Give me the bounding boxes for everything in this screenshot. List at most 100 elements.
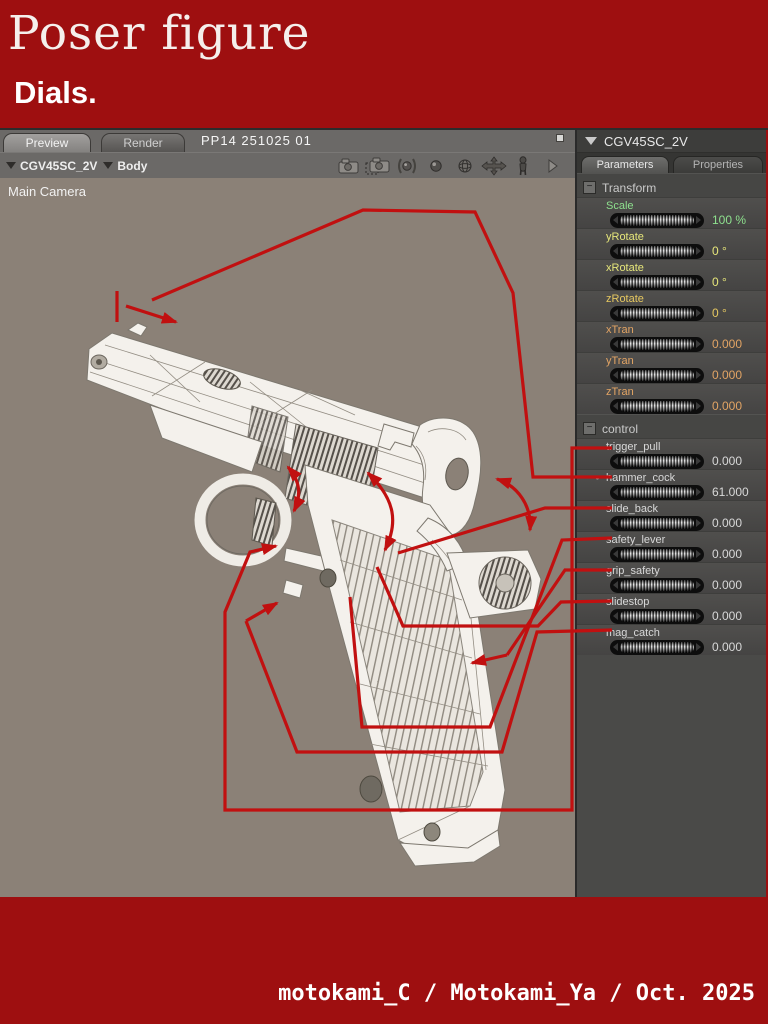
dial-value[interactable]: 0 ° — [712, 275, 727, 289]
title-banner: Poser figure Dials. — [0, 0, 768, 128]
dial-knurl[interactable] — [620, 610, 694, 622]
dial-row-hammer_cock: ● hammer_cock 61.000 — [577, 469, 766, 500]
dial-value[interactable]: 0.000 — [712, 454, 742, 468]
page-subtitle: Dials. — [14, 75, 97, 110]
dial-label: Scale — [606, 199, 634, 212]
dial-knob[interactable] — [610, 367, 704, 383]
dial-knurl[interactable] — [620, 579, 694, 591]
panel-tabbar: Parameters Properties — [577, 153, 766, 173]
dial-value[interactable]: 100 % — [712, 213, 746, 227]
dial-knob[interactable] — [610, 398, 704, 414]
actor-dropdown[interactable]: CGV45SC_2V — [6, 159, 97, 173]
ball-bracket-icon[interactable] — [394, 156, 420, 176]
parameter-sections: − Transform Scale 100 % yRotate 0 ° xRotate 0 °… — [577, 173, 766, 897]
dial-label: zTran — [606, 385, 634, 398]
dial-row-yRotate: yRotate 0 ° — [577, 228, 766, 259]
tab-parameters[interactable]: Parameters — [581, 156, 669, 173]
dial-knurl[interactable] — [620, 486, 694, 498]
tab-properties[interactable]: Properties — [673, 156, 763, 173]
selected-dot: ● — [595, 473, 600, 482]
dial-label: grip_safety — [606, 564, 660, 577]
page-title: Poser figure — [8, 6, 311, 61]
dial-knob[interactable] — [610, 577, 704, 593]
dial-row-yTran: yTran 0.000 — [577, 352, 766, 383]
dial-knob[interactable] — [610, 546, 704, 562]
section-header[interactable]: − Transform — [577, 173, 766, 197]
dial-knurl[interactable] — [620, 276, 694, 288]
dial-knob[interactable] — [610, 515, 704, 531]
dial-knurl[interactable] — [620, 400, 694, 412]
section-control: − control trigger_pull 0.000 ● hammer_cock 61.… — [577, 414, 766, 655]
preview-viewport[interactable]: Main Camera — [0, 178, 575, 897]
dial-value[interactable]: 0.000 — [712, 368, 742, 382]
wire-sphere-icon[interactable] — [452, 156, 478, 176]
panel-corner-marker — [556, 134, 564, 142]
document-tabbar: Preview Render PP14 251025 01 — [0, 130, 575, 152]
dial-value[interactable]: 0.000 — [712, 547, 742, 561]
section-transform: − Transform Scale 100 % yRotate 0 ° xRotate 0 °… — [577, 173, 766, 414]
dial-knob[interactable] — [610, 453, 704, 469]
dial-knob[interactable] — [610, 243, 704, 259]
collapse-icon[interactable]: − — [583, 181, 596, 194]
dial-knob[interactable] — [610, 274, 704, 290]
dial-label: xTran — [606, 323, 634, 336]
tab-render[interactable]: Render — [101, 133, 185, 152]
arrow-right-icon[interactable] — [539, 156, 565, 176]
dial-value[interactable]: 0.000 — [712, 640, 742, 654]
figure-header[interactable]: CGV45SC_2V — [577, 130, 766, 153]
body-part-dropdown[interactable]: Body — [103, 159, 147, 173]
dial-row-zTran: zTran 0.000 — [577, 383, 766, 414]
dial-value[interactable]: 0 ° — [712, 244, 727, 258]
dial-value[interactable]: 0 ° — [712, 306, 727, 320]
dial-knob[interactable] — [610, 336, 704, 352]
dial-row-mag_catch: mag_catch 0.000 — [577, 624, 766, 655]
dial-knob[interactable] — [610, 639, 704, 655]
dial-value[interactable]: 61.000 — [712, 485, 749, 499]
dial-knurl[interactable] — [620, 369, 694, 381]
sphere-icon[interactable] — [423, 156, 449, 176]
move-cross-icon[interactable] — [481, 155, 507, 176]
document-area: Preview Render PP14 251025 01 CGV45SC_2V… — [0, 130, 577, 897]
dial-row-slidestop: slidestop 0.000 — [577, 593, 766, 624]
dial-row-xRotate: xRotate 0 ° — [577, 259, 766, 290]
dial-knurl[interactable] — [620, 245, 694, 257]
dial-label: slidestop — [606, 595, 650, 608]
dial-label: mag_catch — [606, 626, 660, 639]
dial-row-xTran: xTran 0.000 — [577, 321, 766, 352]
dial-knurl[interactable] — [620, 455, 694, 467]
dial-knob[interactable] — [610, 305, 704, 321]
dial-value[interactable]: 0.000 — [712, 609, 742, 623]
dial-knurl[interactable] — [620, 517, 694, 529]
figure-icon[interactable] — [510, 155, 536, 176]
camera-select-icon[interactable] — [365, 156, 391, 176]
collapse-icon[interactable]: − — [583, 422, 596, 435]
dial-knob[interactable] — [610, 212, 704, 228]
chevron-down-icon — [6, 162, 16, 169]
section-header[interactable]: − control — [577, 414, 766, 438]
camera-label[interactable]: Main Camera — [8, 184, 86, 199]
camera-icon[interactable] — [336, 156, 362, 176]
dial-knurl[interactable] — [620, 641, 694, 653]
dial-knurl[interactable] — [620, 307, 694, 319]
dial-row-grip_safety: grip_safety 0.000 — [577, 562, 766, 593]
chevron-down-icon — [585, 137, 597, 145]
dial-row-trigger_pull: trigger_pull 0.000 — [577, 438, 766, 469]
tab-preview[interactable]: Preview — [3, 133, 91, 152]
dial-knurl[interactable] — [620, 214, 694, 226]
dial-knob[interactable] — [610, 608, 704, 624]
dial-value[interactable]: 0.000 — [712, 399, 742, 413]
dial-value[interactable]: 0.000 — [712, 516, 742, 530]
dial-value[interactable]: 0.000 — [712, 578, 742, 592]
dial-knurl[interactable] — [620, 338, 694, 350]
dial-knurl[interactable] — [620, 548, 694, 560]
dial-label: hammer_cock — [606, 471, 676, 484]
dial-label: yTran — [606, 354, 634, 367]
viewport-toolbar: CGV45SC_2V Body — [0, 152, 575, 178]
dial-label: trigger_pull — [606, 440, 661, 453]
dial-knob[interactable] — [610, 484, 704, 500]
dial-row-Scale: Scale 100 % — [577, 197, 766, 228]
dial-label: zRotate — [606, 292, 644, 305]
dial-row-slide_back: slide_back 0.000 — [577, 500, 766, 531]
figure-name: CGV45SC_2V — [604, 133, 688, 149]
dial-value[interactable]: 0.000 — [712, 337, 742, 351]
